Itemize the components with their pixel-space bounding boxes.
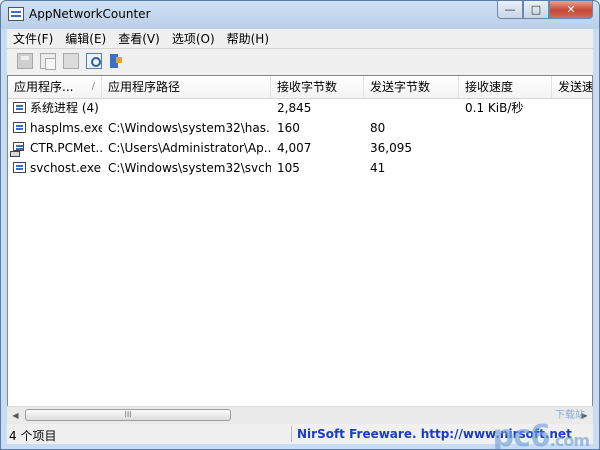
watermark-logo: pc6.com	[492, 419, 590, 450]
cell-app-name: 系统进程 (4)	[30, 101, 99, 115]
cell-app-path: C:\Users\Administrator\Ap...	[108, 141, 271, 155]
cell-recv-bytes: 2,845	[277, 101, 312, 115]
column-header-recv-speed[interactable]: 接收速度	[459, 76, 552, 98]
column-header-app-path[interactable]: 应用程序路径	[102, 76, 271, 98]
computer-icon	[10, 142, 24, 157]
menu-edit[interactable]: 编辑(E)	[59, 30, 112, 47]
menu-help[interactable]: 帮助(H)	[221, 30, 275, 47]
list-header: 应用程序... / 应用程序路径 接收字节数 发送字节数 接收速度 发送速	[8, 76, 592, 99]
table-row[interactable]: 系统进程 (4) 2,845 0.1 KiB/秒	[8, 98, 592, 118]
cell-sent-bytes: 36,095	[370, 141, 412, 155]
cell-app-name: svchost.exe	[30, 161, 101, 175]
cell-app-path: C:\Windows\system32\svch...	[108, 161, 271, 175]
cell-recv-speed	[459, 158, 552, 178]
find-icon[interactable]	[86, 53, 102, 69]
cell-recv-bytes: 160	[277, 121, 300, 135]
cell-app-name: CTR.PCMet...	[30, 141, 102, 155]
maximize-button[interactable]: □	[523, 1, 549, 19]
status-divider	[291, 426, 292, 442]
cell-recv-bytes: 4,007	[277, 141, 312, 155]
table-row[interactable]: CTR.PCMet... C:\Users\Administrator\Ap..…	[8, 138, 592, 158]
column-header-sent-bytes[interactable]: 发送字节数	[364, 76, 459, 98]
column-header-app-name[interactable]: 应用程序... /	[8, 76, 102, 98]
column-header-recv-bytes[interactable]: 接收字节数	[271, 76, 364, 98]
cell-app-path: C:\Windows\system32\has...	[108, 121, 271, 135]
table-row[interactable]: hasplms.exe C:\Windows\system32\has... 1…	[8, 118, 592, 138]
cell-app-path	[102, 98, 271, 118]
menu-file[interactable]: 文件(F)	[7, 30, 59, 47]
column-header-sent-speed[interactable]: 发送速	[552, 76, 592, 98]
save-icon[interactable]	[17, 53, 33, 69]
process-list[interactable]: 应用程序... / 应用程序路径 接收字节数 发送字节数 接收速度 发送速 系统…	[7, 75, 593, 425]
copy-icon[interactable]	[40, 53, 56, 70]
cell-recv-speed: 0.1 KiB/秒	[465, 101, 524, 115]
cell-sent-bytes: 41	[370, 161, 386, 175]
minimize-button[interactable]: —	[497, 1, 523, 19]
window-controls: — □ ✕	[497, 1, 593, 20]
cell-sent-bytes	[364, 98, 459, 118]
cell-app-name: hasplms.exe	[30, 121, 102, 135]
sort-icon: /	[91, 81, 95, 92]
app-window: AppNetworkCounter — □ ✕ 文件(F) 编辑(E) 查看(V…	[0, 0, 600, 450]
menu-bar: 文件(F) 编辑(E) 查看(V) 选项(O) 帮助(H)	[7, 29, 593, 48]
cell-recv-speed	[459, 138, 552, 158]
exit-icon[interactable]	[107, 53, 123, 69]
cell-recv-bytes: 105	[277, 161, 300, 175]
app-icon	[8, 7, 24, 21]
menu-options[interactable]: 选项(O)	[166, 30, 221, 47]
window-title: AppNetworkCounter	[29, 7, 151, 21]
scrollbar-thumb[interactable]: III	[25, 409, 231, 421]
table-row[interactable]: svchost.exe C:\Windows\system32\svch... …	[8, 158, 592, 178]
scroll-left-button[interactable]: ◀	[7, 407, 24, 424]
html-report-icon[interactable]	[63, 53, 79, 69]
title-bar[interactable]: AppNetworkCounter — □ ✕	[1, 1, 599, 29]
cell-sent-bytes: 80	[370, 121, 386, 135]
cell-recv-speed	[459, 118, 552, 138]
close-button[interactable]: ✕	[549, 1, 593, 19]
toolbar	[7, 48, 593, 75]
item-count: 4 个项目	[9, 429, 57, 443]
menu-view[interactable]: 查看(V)	[112, 30, 166, 47]
